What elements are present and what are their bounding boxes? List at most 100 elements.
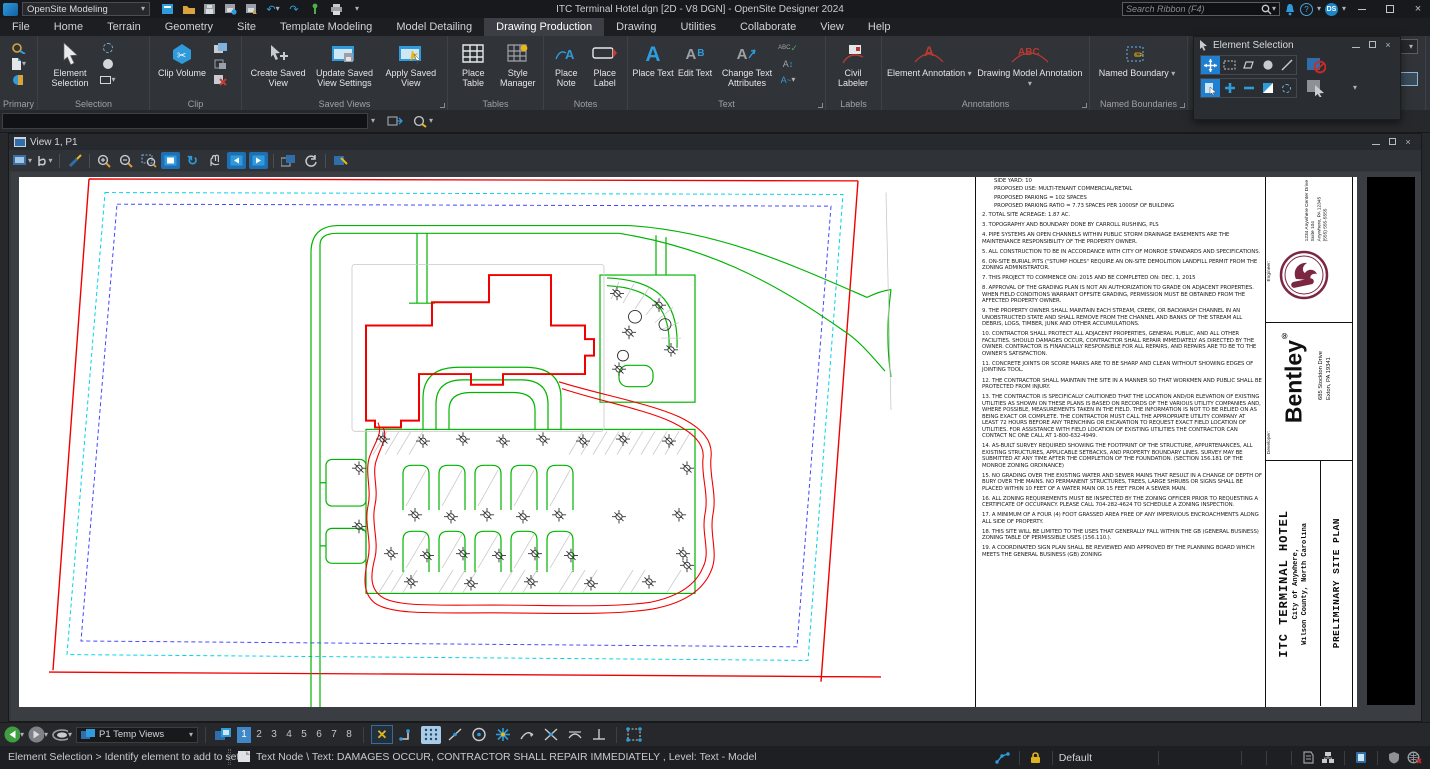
mode-new-icon[interactable] bbox=[1201, 79, 1220, 97]
clip-volume-button[interactable]: ✂ Clip Volume bbox=[154, 39, 210, 78]
copy-view-icon[interactable] bbox=[279, 152, 298, 169]
print-icon[interactable] bbox=[328, 2, 344, 16]
place-note-button[interactable]: A Place Note bbox=[548, 39, 585, 88]
manage-views-icon[interactable] bbox=[213, 726, 233, 744]
dialog-minimize-icon[interactable] bbox=[1348, 40, 1364, 50]
create-saved-view-button[interactable]: Create Saved View bbox=[246, 39, 310, 88]
ribbon-tab[interactable]: Drawing bbox=[604, 18, 668, 36]
sheet-paper[interactable]: SIDE YARD: 10 PROPOSED USE: MULTI-TENANT … bbox=[19, 177, 1357, 707]
snap-elbow-icon[interactable] bbox=[397, 726, 417, 744]
app-icon[interactable] bbox=[3, 2, 18, 16]
select-circle-method-icon[interactable] bbox=[1258, 56, 1277, 74]
view-maximize-icon[interactable] bbox=[1384, 137, 1400, 147]
active-locks-icon[interactable] bbox=[1026, 749, 1046, 767]
drawing-canvas[interactable]: SIDE YARD: 10 PROPOSED USE: MULTI-TENANT … bbox=[11, 172, 1421, 721]
save-icon[interactable] bbox=[202, 2, 218, 16]
feature-definition-icon[interactable] bbox=[384, 113, 408, 129]
select-rectangle-icon[interactable]: ▾ bbox=[100, 73, 116, 87]
help-icon[interactable]: ? bbox=[1299, 2, 1313, 16]
ribbon-tab[interactable]: Drawing Production bbox=[484, 18, 605, 36]
mode-inverse-icon[interactable] bbox=[1258, 79, 1277, 97]
notifications-bell-icon[interactable] bbox=[1284, 3, 1296, 16]
view-group-select[interactable]: P1 Temp Views ▾ bbox=[76, 726, 198, 743]
workflow-picker[interactable]: OpenSite Modeling ▾ bbox=[22, 2, 150, 16]
update-saved-view-button[interactable]: Update Saved View Settings bbox=[312, 39, 376, 88]
qat-overflow-icon[interactable]: ▾ bbox=[349, 2, 365, 16]
dialog-maximize-icon[interactable] bbox=[1364, 40, 1380, 50]
view-attributes-icon[interactable]: ▾ bbox=[13, 152, 32, 169]
display-style-icon[interactable]: ▾ bbox=[35, 152, 54, 169]
site-plan-drawing[interactable] bbox=[19, 177, 975, 707]
select-circle-icon[interactable] bbox=[100, 57, 116, 71]
snap-intersection-icon[interactable] bbox=[541, 726, 561, 744]
saved-view-status-icon[interactable] bbox=[1318, 749, 1338, 767]
view-previous-icon[interactable] bbox=[227, 152, 246, 169]
view-number-button[interactable]: 2 bbox=[252, 727, 266, 743]
snap-center-icon[interactable] bbox=[469, 726, 489, 744]
element-selection-button[interactable]: Element Selection bbox=[42, 39, 98, 88]
attach-tools-icon[interactable] bbox=[11, 73, 27, 87]
select-none-icon[interactable] bbox=[1305, 55, 1327, 75]
ribbon-tab[interactable]: Home bbox=[42, 18, 95, 36]
window-area-icon[interactable] bbox=[139, 152, 158, 169]
mode-subtract-icon[interactable] bbox=[1239, 79, 1258, 97]
selection-set-icon[interactable] bbox=[1298, 749, 1318, 767]
multi-model-views-icon[interactable]: ▾ bbox=[52, 726, 72, 744]
select-shape-icon[interactable] bbox=[1239, 56, 1258, 74]
connection-status-icon[interactable] bbox=[1404, 749, 1424, 767]
view-number-button[interactable]: 6 bbox=[312, 727, 326, 743]
mode-add-icon[interactable] bbox=[1220, 79, 1239, 97]
named-boundary-button[interactable]: ✏ Named Boundary ▾ bbox=[1094, 39, 1180, 78]
rotate-view-icon[interactable]: ↻ bbox=[183, 152, 202, 169]
place-text-button[interactable]: A Place Text bbox=[632, 39, 674, 79]
select-individual-icon[interactable] bbox=[1201, 56, 1220, 74]
ribbon-tab[interactable]: Geometry bbox=[153, 18, 225, 36]
mode-clear-icon[interactable] bbox=[1277, 79, 1296, 97]
ribbon-search[interactable]: ▾ bbox=[1121, 2, 1280, 16]
change-text-attributes-button[interactable]: A Change Text Attributes bbox=[716, 39, 778, 89]
annotations-dialog-launcher-icon[interactable] bbox=[1082, 103, 1087, 108]
view-close-icon[interactable]: × bbox=[1400, 137, 1416, 147]
backstage-icon[interactable] bbox=[160, 2, 176, 16]
view-number-button[interactable]: 4 bbox=[282, 727, 296, 743]
text-dialog-launcher-icon[interactable] bbox=[818, 103, 823, 108]
place-label-button[interactable]: Place Label bbox=[587, 39, 624, 88]
view-number-button[interactable]: 5 bbox=[297, 727, 311, 743]
search-input[interactable] bbox=[1125, 4, 1261, 14]
select-all-icon[interactable] bbox=[1305, 78, 1327, 98]
minimize-button[interactable] bbox=[1350, 0, 1374, 18]
restore-button[interactable] bbox=[1378, 0, 1402, 18]
snap-nearest-icon[interactable] bbox=[445, 726, 465, 744]
snap-midpoint-icon[interactable] bbox=[517, 726, 537, 744]
dialog-expand-icon[interactable]: ▾ bbox=[1353, 84, 1357, 92]
building-footprint[interactable] bbox=[365, 274, 595, 429]
open-folder-icon[interactable] bbox=[181, 2, 197, 16]
user-avatar[interactable]: DS bbox=[1324, 2, 1338, 16]
place-table-button[interactable]: Place Table bbox=[452, 39, 495, 88]
account-menu-icon[interactable]: ▾ bbox=[1342, 5, 1346, 13]
association-lock-icon[interactable] bbox=[624, 726, 644, 744]
delete-clip-icon[interactable] bbox=[212, 73, 228, 87]
active-level[interactable]: Default bbox=[1059, 752, 1092, 764]
forward-view-button[interactable]: ▾ bbox=[28, 726, 48, 744]
element-selection-dialog[interactable]: Element Selection × ▾ bbox=[1193, 36, 1401, 120]
view-next-icon[interactable] bbox=[249, 152, 268, 169]
zoom-in-icon[interactable] bbox=[95, 152, 114, 169]
undo-icon[interactable]: ↶ ▾ bbox=[265, 2, 281, 16]
select-block-icon[interactable] bbox=[1220, 56, 1239, 74]
civil-labeler-button[interactable]: Civil Labeler bbox=[830, 39, 876, 88]
explorer-icon[interactable] bbox=[11, 41, 27, 55]
ribbon-tab[interactable]: Terrain bbox=[95, 18, 153, 36]
view-number-button[interactable]: 3 bbox=[267, 727, 281, 743]
ribbon-tab[interactable]: Collaborate bbox=[728, 18, 808, 36]
select-fence-icon[interactable] bbox=[100, 41, 116, 55]
element-selection-dialog-titlebar[interactable]: Element Selection × bbox=[1194, 37, 1400, 53]
snap-tangent-icon[interactable] bbox=[565, 726, 585, 744]
select-line-icon[interactable] bbox=[1277, 56, 1296, 74]
view-number-button[interactable]: 8 bbox=[342, 727, 356, 743]
feature-toggle-icon[interactable]: ▾ bbox=[408, 113, 436, 129]
references-icon[interactable] bbox=[1351, 749, 1371, 767]
style-manager-button[interactable]: Style Manager bbox=[497, 39, 540, 88]
ribbon-tab[interactable]: Site bbox=[225, 18, 268, 36]
spell-check-icon[interactable]: ABC ✓ bbox=[778, 41, 798, 55]
